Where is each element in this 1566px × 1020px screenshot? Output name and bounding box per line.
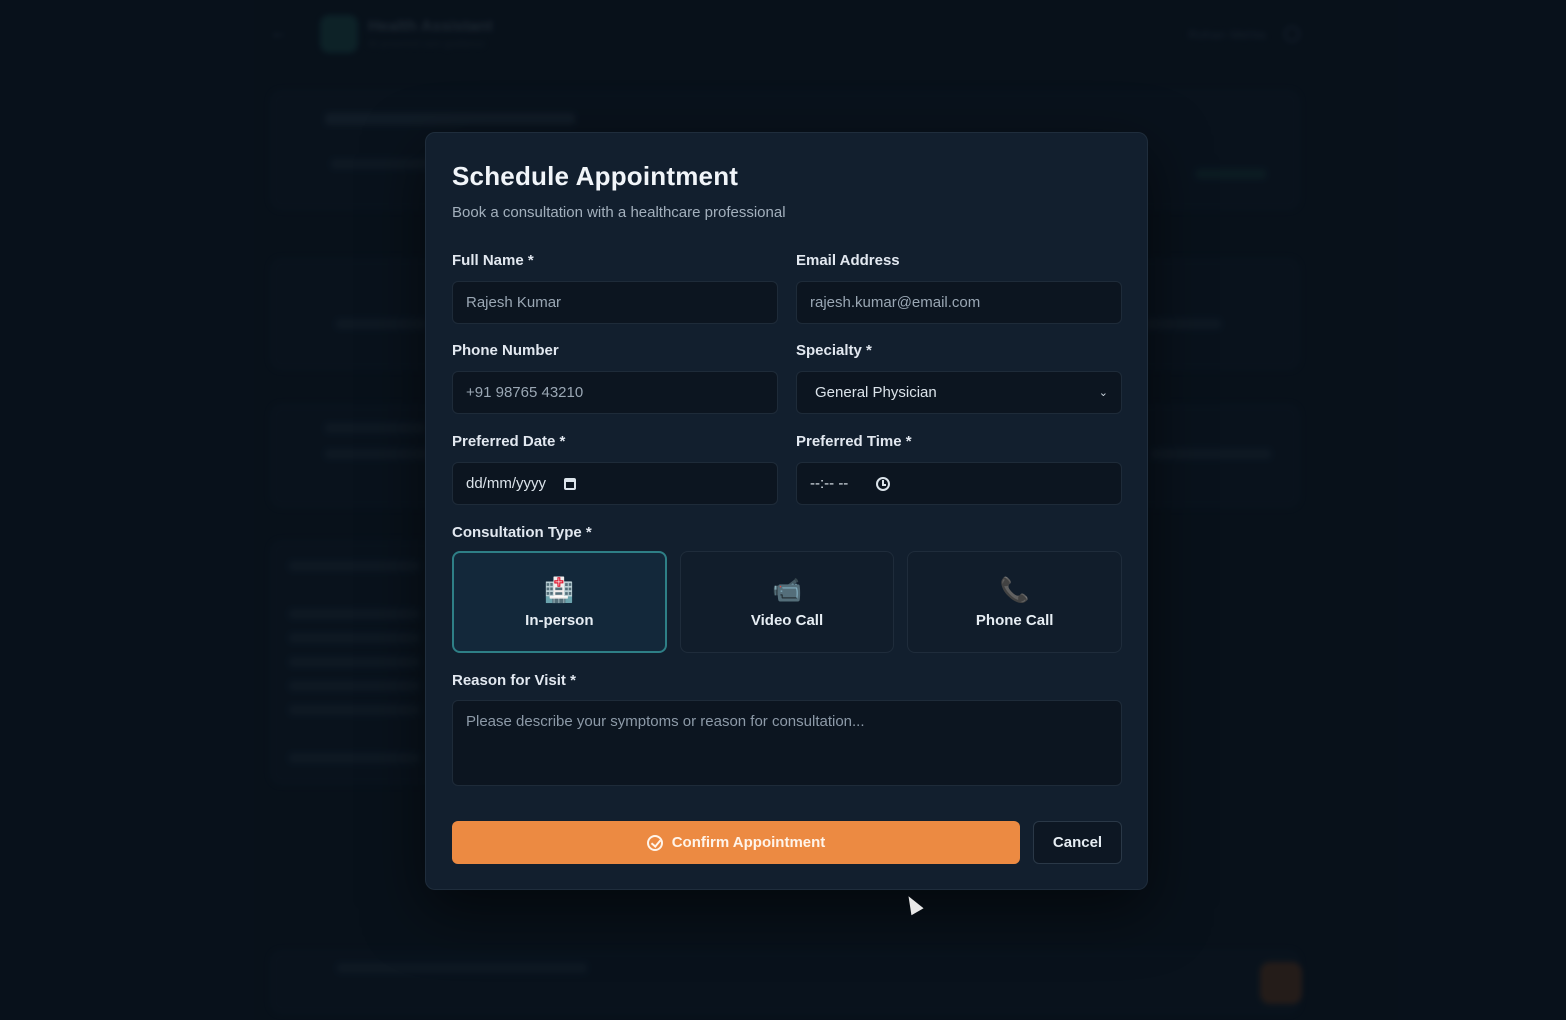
schedule-appointment-modal: Schedule Appointment Book a consultation… — [425, 132, 1148, 890]
phone-value: +91 98765 43210 — [466, 384, 584, 401]
consult-option-label: Video Call — [750, 611, 824, 629]
modal-subtitle: Book a consultation with a healthcare pr… — [452, 204, 786, 221]
full-name-label: Full Name * — [452, 252, 534, 269]
modal-title: Schedule Appointment — [452, 161, 739, 191]
date-label: Preferred Date * — [452, 433, 566, 450]
confirm-appointment-button[interactable]: Confirm Appointment — [452, 821, 1020, 864]
consult-option-label: Phone Call — [975, 611, 1054, 629]
specialty-group: Specialty * General Physician ⌄ — [796, 341, 1122, 414]
email-value: rajesh.kumar@email.com — [810, 294, 981, 311]
email-input[interactable]: rajesh.kumar@email.com — [796, 281, 1122, 324]
full-name-group: Full Name * Rajesh Kumar — [452, 251, 778, 324]
email-group: Email Address rajesh.kumar@email.com — [796, 251, 1122, 324]
modal-actions: Confirm Appointment Cancel — [452, 821, 1122, 864]
video-camera-icon: 📹 — [772, 576, 802, 604]
phone-input[interactable]: +91 98765 43210 — [452, 371, 778, 414]
consultation-type-label: Consultation Type * — [452, 524, 592, 541]
check-circle-icon — [646, 834, 663, 851]
time-input[interactable]: --:-- -- — [796, 462, 1122, 505]
date-placeholder: dd/mm/yyyy — [466, 475, 547, 492]
date-input[interactable]: dd/mm/yyyy — [452, 462, 778, 505]
time-label: Preferred Time * — [796, 433, 912, 450]
clock-icon[interactable] — [876, 476, 891, 491]
date-group: Preferred Date * dd/mm/yyyy — [452, 432, 778, 505]
cancel-button[interactable]: Cancel — [1033, 821, 1122, 864]
specialty-label: Specialty * — [796, 342, 872, 359]
time-group: Preferred Time * --:-- -- — [796, 432, 1122, 505]
consult-option-label: In-person — [525, 611, 594, 629]
consult-option-phone-call[interactable]: 📞 Phone Call — [907, 551, 1123, 653]
consultation-type-options: 🏥 In-person 📹 Video Call 📞 Phone Call — [452, 551, 1123, 653]
phone-group: Phone Number +91 98765 43210 — [452, 341, 778, 414]
reason-textarea[interactable]: Please describe your symptoms or reason … — [452, 700, 1122, 786]
specialty-select[interactable]: General Physician ⌄ — [796, 371, 1122, 414]
phone-icon: 📞 — [999, 576, 1030, 604]
email-label: Email Address — [796, 252, 900, 269]
consult-option-in-person[interactable]: 🏥 In-person — [452, 551, 667, 653]
reason-label: Reason for Visit * — [452, 672, 576, 689]
calendar-icon[interactable] — [564, 477, 577, 490]
phone-label: Phone Number — [452, 342, 559, 359]
hospital-icon: 🏥 — [544, 576, 575, 604]
full-name-input[interactable]: Rajesh Kumar — [452, 281, 778, 324]
full-name-value: Rajesh Kumar — [466, 294, 562, 311]
reason-placeholder: Please describe your symptoms or reason … — [466, 713, 865, 730]
confirm-appointment-label: Confirm Appointment — [671, 834, 826, 851]
consult-option-video-call[interactable]: 📹 Video Call — [679, 551, 895, 653]
specialty-value: General Physician — [815, 384, 937, 401]
chevron-down-icon: ⌄ — [1098, 387, 1108, 399]
time-placeholder: --:-- -- — [810, 475, 849, 492]
